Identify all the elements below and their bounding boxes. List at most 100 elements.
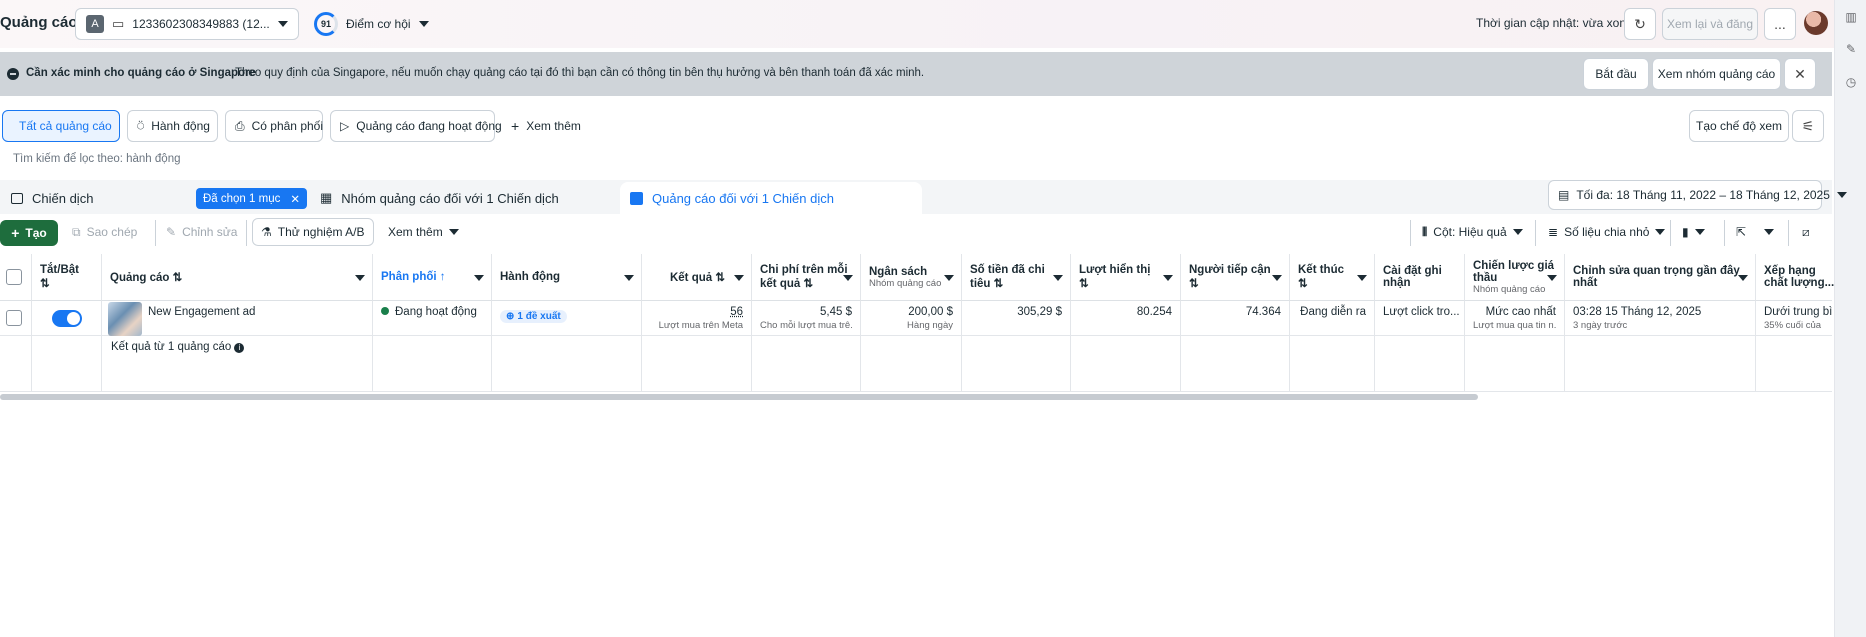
divider (1724, 220, 1725, 246)
chevron-down-icon[interactable] (843, 275, 853, 281)
chevron-down-icon[interactable] (734, 275, 744, 281)
header-impressions[interactable]: Lượt hiển thị ⇅ (1071, 254, 1181, 301)
filter-has-delivery[interactable]: ⎙ Có phân phối (225, 110, 323, 142)
account-selector[interactable]: A ▭ 1233602308349883 (12... (75, 8, 299, 40)
columns-button[interactable]: ⦀ Cột: Hiệu quả (1414, 218, 1531, 246)
header-cost-per-result[interactable]: Chi phí trên mỗi kết quả ⇅ (752, 254, 861, 301)
export-menu-button[interactable] (1756, 218, 1782, 246)
results-sub: Lượt mua trên Meta (658, 320, 743, 331)
pencil-icon[interactable]: ✎ (1844, 42, 1858, 56)
header-budget[interactable]: Ngân sách Nhóm quảng cáo (861, 254, 962, 301)
header-ends[interactable]: Kết thúc ⇅ (1290, 254, 1375, 301)
reach-value: 74.364 (1245, 306, 1281, 318)
review-publish-button[interactable]: Xem lại và đăng (1662, 8, 1758, 40)
bid-sub: Lượt mua qua tin n... (1473, 320, 1556, 331)
summary-cell (32, 336, 102, 392)
chip-label: Đã chọn 1 mục (203, 192, 281, 205)
summary-label: Kết quả từ 1 quảng cáo (111, 341, 232, 353)
opportunity-score[interactable]: 91 Điểm cơ hội (314, 12, 429, 36)
chevron-down-icon[interactable] (1053, 275, 1063, 281)
select-all-checkbox[interactable] (6, 269, 22, 285)
results-value[interactable]: 56 (730, 306, 743, 318)
view-adsets-button[interactable]: Xem nhóm quảng cáo (1652, 58, 1781, 90)
row-select[interactable] (0, 301, 32, 336)
chart-icon[interactable]: ▥ (1844, 10, 1858, 24)
header-attribution[interactable]: Cài đặt ghi nhận (1375, 254, 1465, 301)
budget-sub: Hàng ngày (907, 320, 953, 331)
ad-thumbnail[interactable] (108, 302, 142, 336)
reports-button[interactable]: ▮ (1674, 218, 1713, 246)
selected-chip[interactable]: Đã chọn 1 mục ✕ (196, 188, 307, 209)
ab-test-button[interactable]: ⚗ Thử nghiệm A/B (252, 218, 374, 246)
close-icon[interactable]: ✕ (1784, 58, 1816, 90)
chevron-down-icon[interactable] (624, 275, 634, 281)
start-button[interactable]: Bắt đầu (1583, 58, 1649, 90)
chevron-down-icon[interactable] (944, 275, 954, 281)
chevron-down-icon[interactable] (1738, 275, 1748, 281)
more-button[interactable]: ... (1764, 8, 1796, 40)
tab-adsets[interactable]: ▦ Nhóm quảng cáo đối với 1 Chiến dịch (320, 182, 559, 214)
chevron-down-icon[interactable] (1272, 275, 1282, 281)
date-range-picker[interactable]: ▤ Tối đa: 18 Tháng 11, 2022 – 18 Tháng 1… (1548, 180, 1847, 210)
edit-button[interactable]: ✎ Chỉnh sửa (158, 218, 245, 246)
badge-label: 1 đề xuất (517, 311, 561, 322)
bid-cell: Mức cao nhất Lượt mua qua tin n... (1465, 301, 1565, 336)
header-amount-spent[interactable]: Số tiền đã chi tiêu ⇅ (962, 254, 1071, 301)
header-last-edit[interactable]: Chỉnh sửa quan trọng gần đây nhất (1565, 254, 1756, 301)
header-bid-strategy[interactable]: Chiến lược giá thầu Nhóm quảng cáo (1465, 254, 1565, 301)
top-bar: Quảng cáo A ▭ 1233602308349883 (12... 91… (0, 0, 1834, 48)
see-more-filters[interactable]: + Xem thêm (502, 110, 584, 142)
header-toggle[interactable]: Tắt/Bật ⇅ (32, 254, 102, 301)
search-input[interactable]: Tìm kiếm để lọc theo: hành động (2, 149, 1822, 173)
create-view-button[interactable]: Tạo chế độ xem (1689, 110, 1789, 142)
filter-actions[interactable]: ⍥ Hành động (127, 110, 218, 142)
recommendation-badge[interactable]: ⊕ 1 đề xuất (500, 310, 567, 323)
filter-active-ads[interactable]: ▷ Quảng cáo đang hoạt động (330, 110, 502, 142)
header-reach[interactable]: Người tiếp cận ⇅ (1181, 254, 1290, 301)
header-label-2: tiêu ⇅ (970, 278, 1004, 290)
account-id: 1233602308349883 (12... (132, 17, 270, 31)
inbox-icon: ⎙ (235, 118, 245, 133)
row-checkbox[interactable] (6, 310, 22, 326)
sliders-icon[interactable]: ⚟ (1792, 110, 1824, 142)
chevron-down-icon[interactable] (1357, 275, 1367, 281)
breakdown-button[interactable]: ≣ Số liệu chia nhỏ (1540, 218, 1673, 246)
header-actions[interactable]: Hành động (492, 254, 642, 301)
filter-all-ads[interactable]: Tất cả quảng cáo (2, 110, 120, 142)
chevron-down-icon[interactable] (474, 275, 484, 281)
clock-icon[interactable]: ◷ (1844, 75, 1858, 89)
close-icon[interactable]: ✕ (290, 192, 300, 206)
last-edit-sub: 3 ngày trước (1573, 320, 1628, 331)
header-label: Ngân sách (869, 265, 928, 278)
info-icon[interactable]: i (234, 343, 245, 353)
duplicate-button[interactable]: ⧉ Sao chép (64, 218, 145, 246)
plus-icon: + (511, 118, 520, 134)
create-button[interactable]: + Tạo (0, 220, 58, 246)
header-label-2: nhất (1573, 277, 1598, 289)
breakdown-icon: ≣ (1548, 225, 1559, 239)
chevron-down-icon[interactable] (355, 275, 365, 281)
quality-cell: Dưới trung bì 35% cuối của qu (1756, 301, 1832, 336)
sort-icon[interactable]: ⇅ (40, 278, 50, 290)
toolbar-more-button[interactable]: Xem thêm (380, 218, 467, 246)
export-button[interactable]: ⇱ (1728, 218, 1754, 246)
header-ad[interactable]: Quảng cáo ⇅ (102, 254, 373, 301)
charts-button[interactable]: ⧄ (1794, 218, 1818, 246)
tab-campaigns[interactable]: Chiến dịch (11, 182, 93, 214)
header-results[interactable]: Kết quả ⇅ (642, 254, 752, 301)
refresh-button[interactable]: ↻ (1624, 8, 1656, 40)
header-delivery[interactable]: Phân phối ↑ (373, 254, 492, 301)
chevron-down-icon[interactable] (1163, 275, 1173, 281)
ad-toggle[interactable] (52, 310, 82, 327)
header-label: Quảng cáo ⇅ (110, 272, 183, 284)
avatar[interactable] (1804, 11, 1828, 35)
header-select-all[interactable] (0, 254, 32, 301)
ad-name-link[interactable]: New Engagement ad (148, 306, 255, 318)
chevron-down-icon[interactable] (1547, 275, 1557, 281)
ad-name-cell[interactable]: New Engagement ad (102, 301, 373, 336)
divider (1410, 220, 1411, 246)
horizontal-scrollbar[interactable] (0, 394, 1478, 400)
header-quality-ranking[interactable]: Xếp hạng chất lượng... (1756, 254, 1834, 301)
quality-sub: 35% cuối của qu (1764, 320, 1824, 331)
tab-ads[interactable]: Quảng cáo đối với 1 Chiến dịch (620, 182, 922, 214)
